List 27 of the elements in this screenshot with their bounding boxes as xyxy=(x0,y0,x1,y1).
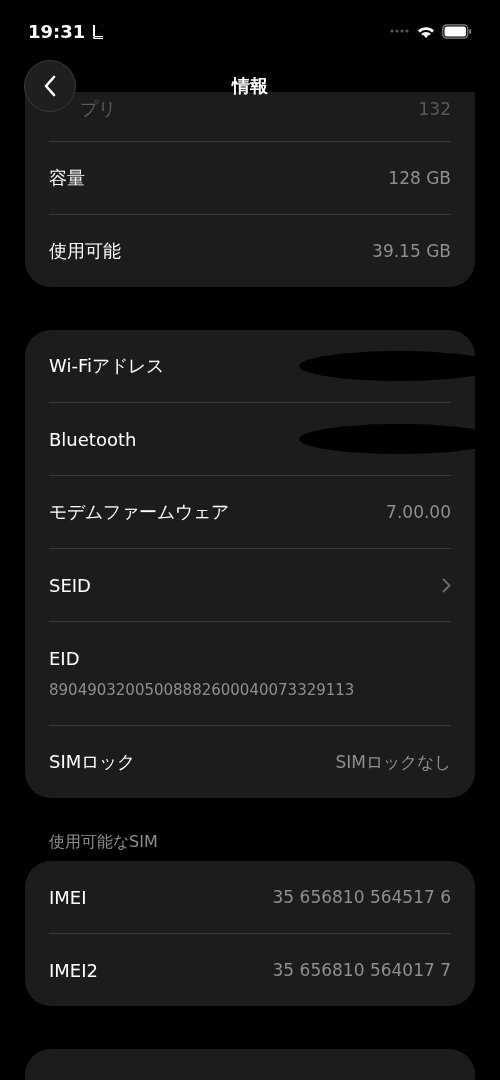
row-label: Bluetooth xyxy=(49,428,137,450)
row-value: 132 xyxy=(418,99,451,119)
battery-icon xyxy=(442,23,472,39)
section-header: 使用可能なSIM xyxy=(48,832,159,853)
row-value: 39.15 GB xyxy=(372,241,451,261)
row-value: 35 656810 564517 6 xyxy=(272,887,451,907)
row-label: モデムファームウェア xyxy=(49,500,229,524)
row-label: 使用可能 xyxy=(49,239,121,263)
row-label: SIMロック xyxy=(49,750,136,774)
row-label: Wi-Fiアドレス xyxy=(49,354,164,378)
row-label: プリ xyxy=(80,97,116,121)
row-value: 128 GB xyxy=(388,168,451,188)
settings-row[interactable]: SEID xyxy=(49,549,451,621)
row-label: 容量 xyxy=(49,166,85,190)
row-value: 7.00.00 xyxy=(386,502,451,522)
row-label: EID xyxy=(49,648,80,669)
row-value: SIMロックなし xyxy=(335,750,451,774)
row-value: 89049032005008882600040073329113 xyxy=(49,681,355,699)
row-label: IMEI2 xyxy=(49,959,98,981)
page-title: 情報 xyxy=(232,74,268,98)
chevron-left-icon xyxy=(43,75,57,97)
back-button[interactable] xyxy=(24,60,76,112)
status-time: 19:31 xyxy=(28,20,86,42)
row-value: 35 656810 564017 7 xyxy=(272,960,451,980)
chevron-right-icon xyxy=(442,577,451,593)
signal-icon xyxy=(390,29,410,33)
row-label: IMEI xyxy=(49,886,87,908)
